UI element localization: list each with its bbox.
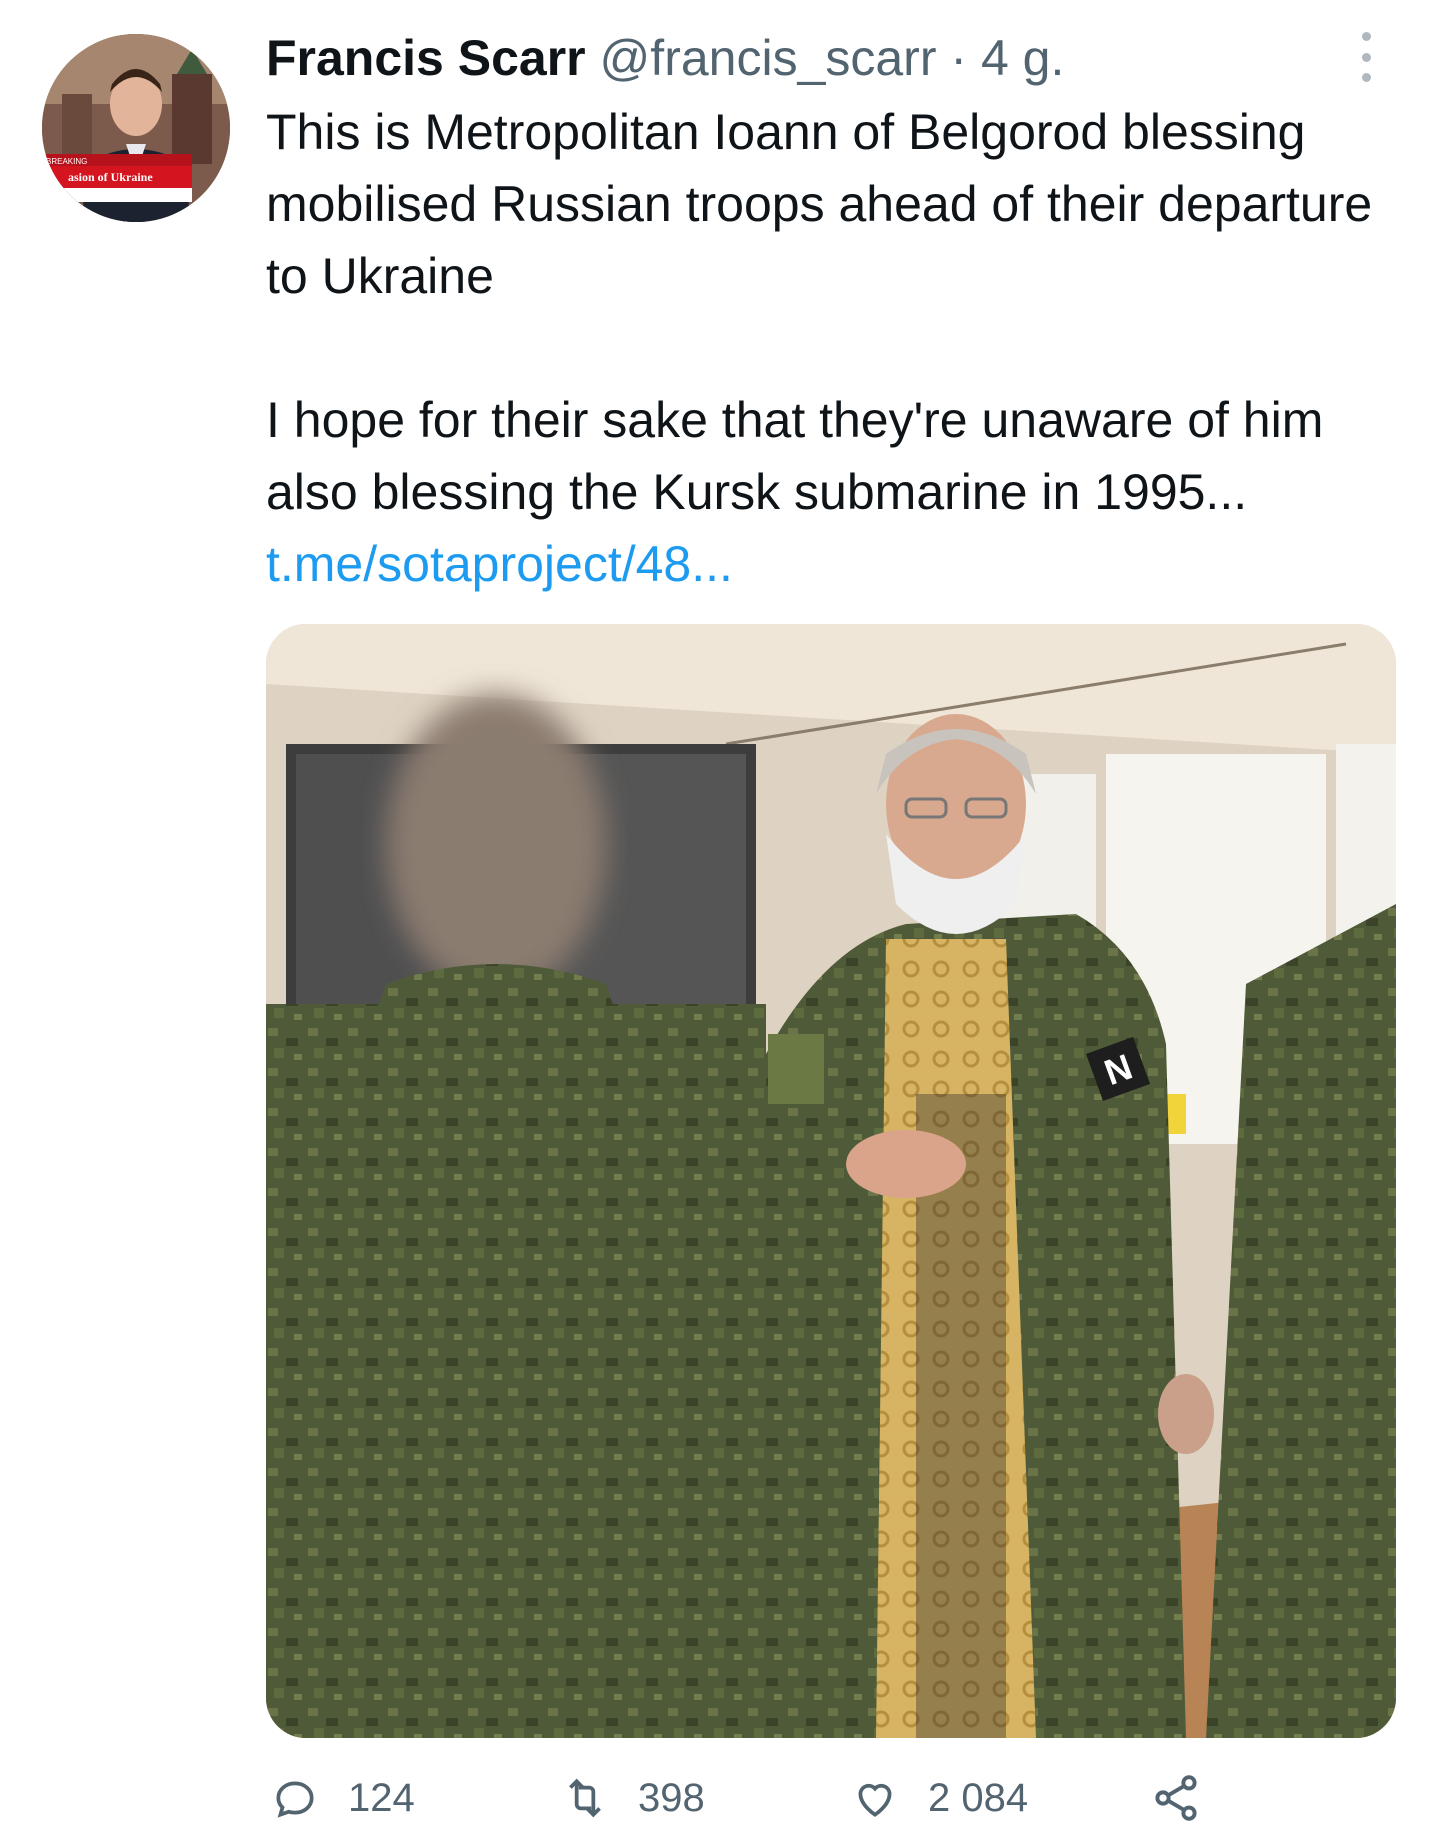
more-options-button[interactable]: [1354, 32, 1378, 82]
separator-dot: ·: [950, 30, 968, 86]
retweet-button[interactable]: 398: [560, 1772, 705, 1824]
like-icon: [858, 1783, 892, 1817]
author-name[interactable]: Francis Scarr: [266, 30, 586, 86]
tweet-actions: 124 398 2 084: [270, 1772, 1230, 1824]
avatar[interactable]: BREAKING asion of Ukraine: [42, 34, 230, 222]
avatar-image: BREAKING asion of Ukraine: [42, 34, 230, 222]
tweet-paragraph-2: I hope for their sake that they're unawa…: [266, 384, 1396, 600]
author-handle[interactable]: @francis_scarr: [600, 30, 937, 86]
retweet-count: 398: [638, 1775, 705, 1820]
reply-count: 124: [348, 1775, 415, 1820]
avatar-banner-text: asion of Ukraine: [68, 170, 153, 184]
share-button[interactable]: [1150, 1772, 1230, 1824]
tweet-paragraph-1: This is Metropolitan Ioann of Belgorod b…: [266, 104, 1373, 304]
tweet-link[interactable]: t.me/sotaproject/48...: [266, 536, 733, 592]
retweet-icon: [569, 1778, 601, 1818]
avatar-banner-breaking: BREAKING: [46, 157, 87, 166]
tweet-header: Francis Scarr @francis_scarr · 4 g.: [266, 26, 1064, 90]
timestamp[interactable]: 4 g.: [981, 30, 1064, 86]
like-count: 2 084: [928, 1775, 1029, 1820]
tweet-text: This is Metropolitan Ioann of Belgorod b…: [266, 96, 1396, 600]
tweet-photo[interactable]: N: [266, 624, 1396, 1738]
tweet-paragraph-2-text: I hope for their sake that they're unawa…: [266, 392, 1324, 520]
more-vertical-icon: [1361, 32, 1371, 41]
reply-icon: [276, 1781, 314, 1818]
photo-image: N: [266, 624, 1396, 1738]
share-icon: [1155, 1775, 1197, 1821]
reply-button[interactable]: 124: [270, 1772, 415, 1824]
like-button[interactable]: 2 084: [850, 1772, 1028, 1824]
